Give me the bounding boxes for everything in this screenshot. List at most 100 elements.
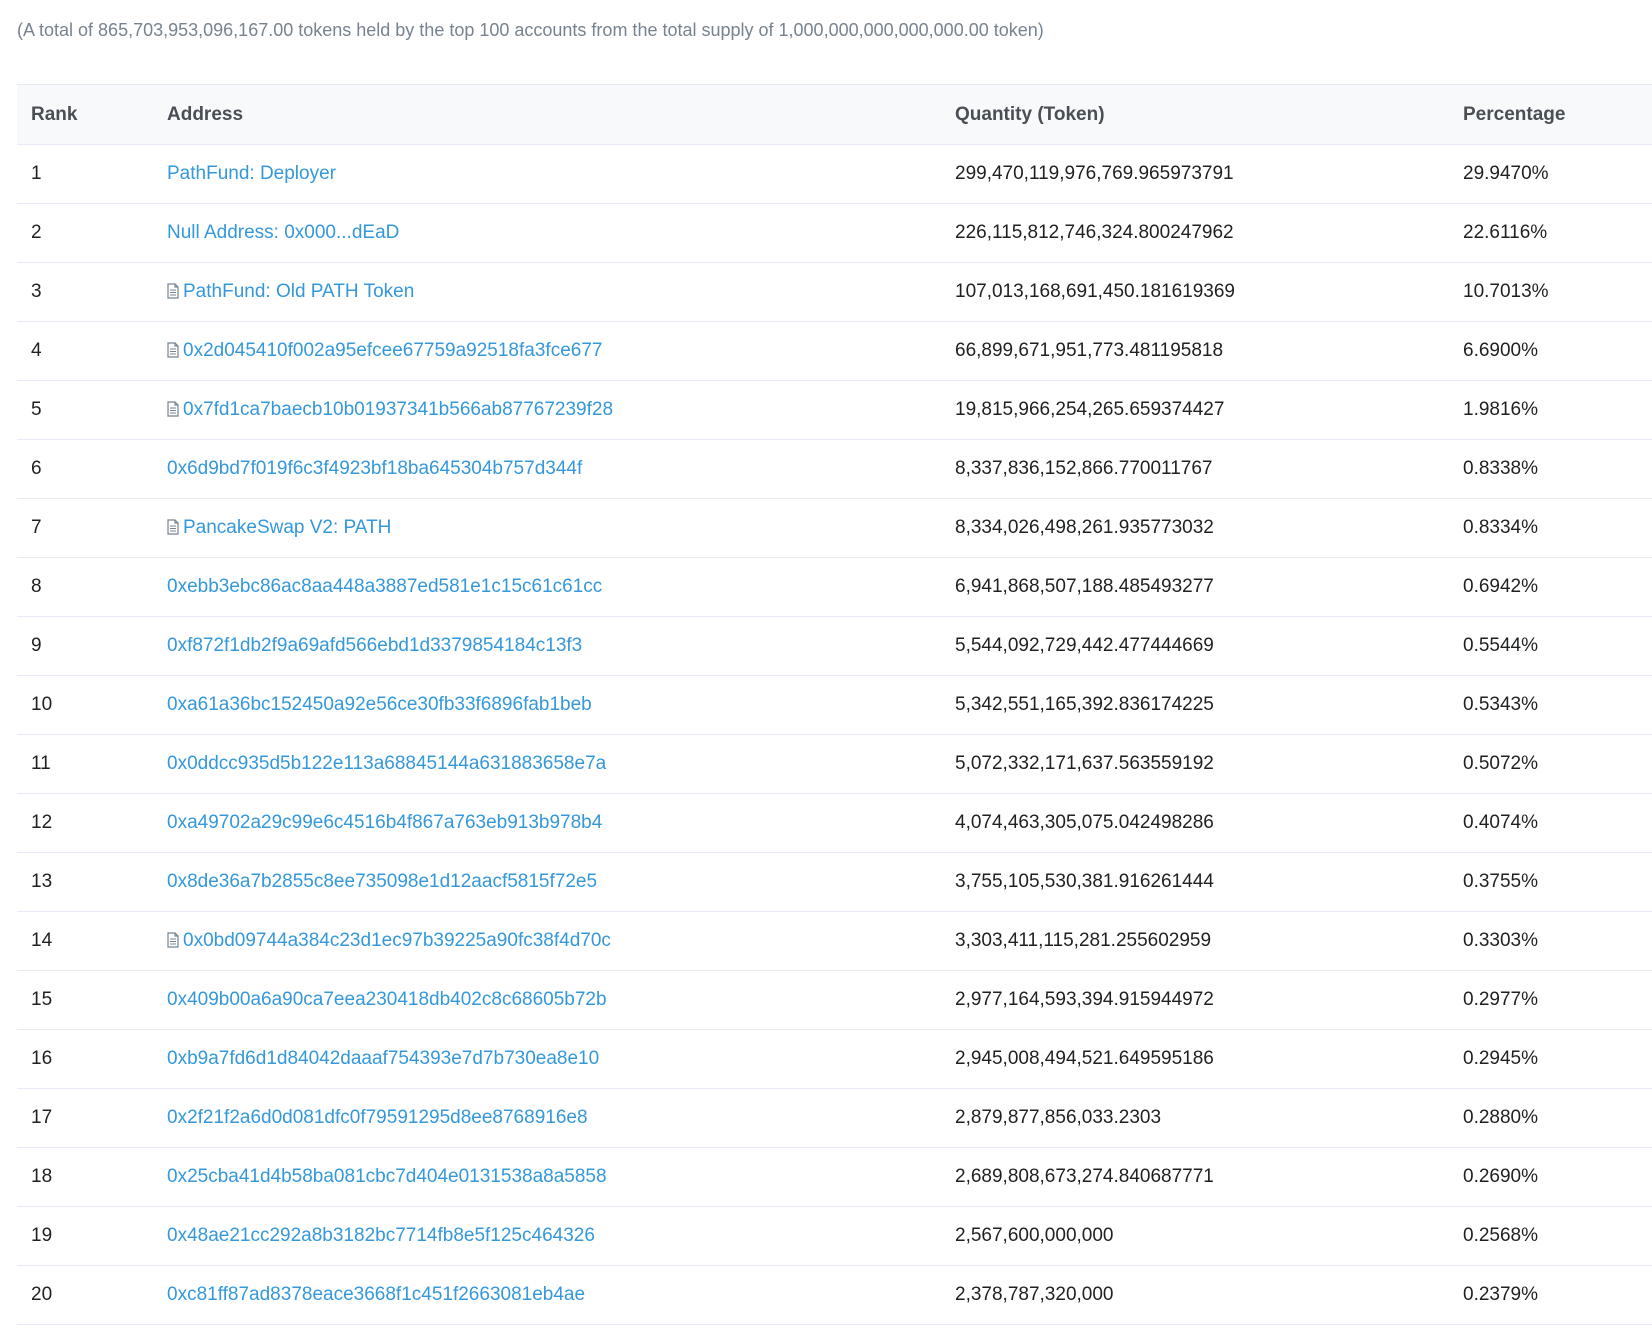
address-cell: 0x8de36a7b2855c8ee735098e1d12aacf5815f72… [167,852,955,912]
table-row: 20 0xc81ff87ad8378eace3668f1c451f2663081e… [17,1265,1652,1325]
quantity-cell: 107,013,168,691,450.181619369 [955,262,1463,322]
holder-address-link[interactable]: 0x48ae21cc292a8b3182bc7714fb8e5f125c4643… [167,1225,595,1246]
holder-address-link[interactable]: 0xa61a36bc152450a92e56ce30fb33f6896fab1b… [167,694,592,715]
holder-address-link[interactable]: 0xb9a7fd6d1d84042daaaf754393e7d7b730ea8e… [167,1048,599,1069]
holder-address-link[interactable]: 0x8de36a7b2855c8ee735098e1d12aacf5815f72… [167,871,597,892]
rank-cell: 1 [17,144,167,204]
quantity-cell: 226,115,812,746,324.800247962 [955,203,1463,263]
quantity-cell: 2,567,600,000,000 [955,1206,1463,1266]
percentage-cell: 6.6900% [1463,321,1652,381]
holder-address-link[interactable]: 0xc81ff87ad8378eace3668f1c451f2663081eb4… [167,1284,585,1305]
quantity-cell: 2,977,164,593,394.915944972 [955,970,1463,1030]
quantity-cell: 4,074,463,305,075.042498286 [955,793,1463,853]
column-header-quantity: Quantity (Token) [955,84,1463,145]
table-row: 8 0xebb3ebc86ac8aa448a3887ed581e1c15c61c6… [17,557,1652,617]
table-header: Rank Address Quantity (Token) Percentage [17,84,1652,145]
rank-cell: 17 [17,1088,167,1148]
table-row: 9 0xf872f1db2f9a69afd566ebd1d3379854184c1… [17,616,1652,676]
quantity-cell: 2,689,808,673,274.840687771 [955,1147,1463,1207]
holder-address-link[interactable]: PancakeSwap V2: PATH [183,517,391,538]
column-header-rank: Rank [17,84,167,145]
holder-address-link[interactable]: 0xf872f1db2f9a69afd566ebd1d3379854184c13… [167,635,582,656]
quantity-cell: 2,879,877,856,033.2303 [955,1088,1463,1148]
table-row: 2 Null Address: 0x000...dEaD 226,115,812,7… [17,203,1652,263]
address-cell: 0xa61a36bc152450a92e56ce30fb33f6896fab1b… [167,675,955,735]
holder-address-link[interactable]: Null Address: 0x000...dEaD [167,222,399,243]
table-row: 11 0x0ddcc935d5b122e113a68845144a63188365… [17,734,1652,794]
table-row: 13 0x8de36a7b2855c8ee735098e1d12aacf5815f… [17,852,1652,912]
holder-address-link[interactable]: 0x25cba41d4b58ba081cbc7d404e0131538a8a58… [167,1166,607,1187]
column-header-address: Address [167,84,955,145]
holder-address-link[interactable]: 0x2f21f2a6d0d081dfc0f79591295d8ee8768916… [167,1107,588,1128]
percentage-cell: 0.2568% [1463,1206,1652,1266]
holder-address-link[interactable]: 0x6d9bd7f019f6c3f4923bf18ba645304b757d34… [167,458,582,479]
rank-cell: 15 [17,970,167,1030]
quantity-cell: 2,945,008,494,521.649595186 [955,1029,1463,1089]
holder-address-link[interactable]: 0x409b00a6a90ca7eea230418db402c8c68605b7… [167,989,607,1010]
holder-address-link[interactable]: PathFund: Old PATH Token [183,281,414,302]
holder-address-link[interactable]: PathFund: Deployer [167,163,336,184]
table-header-row: Rank Address Quantity (Token) Percentage [17,84,1652,145]
table-row: 16 0xb9a7fd6d1d84042daaaf754393e7d7b730ea… [17,1029,1652,1089]
address-cell: 0x2f21f2a6d0d081dfc0f79591295d8ee8768916… [167,1088,955,1148]
quantity-cell: 66,899,671,951,773.481195818 [955,321,1463,381]
rank-cell: 13 [17,852,167,912]
holder-address-link[interactable]: 0x2d045410f002a95efcee67759a92518fa3fce6… [183,340,602,361]
address-cell: 0x0bd09744a384c23d1ec97b39225a90fc38f4d7… [167,911,955,971]
address-cell: 0xebb3ebc86ac8aa448a3887ed581e1c15c61c61… [167,557,955,617]
rank-cell: 11 [17,734,167,794]
percentage-cell: 0.3303% [1463,911,1652,971]
holder-address-link[interactable]: 0x0bd09744a384c23d1ec97b39225a90fc38f4d7… [183,930,611,951]
quantity-cell: 8,334,026,498,261.935773032 [955,498,1463,558]
table-row: 12 0xa49702a29c99e6c4516b4f867a763eb913b9… [17,793,1652,853]
quantity-cell: 3,303,411,115,281.255602959 [955,911,1463,971]
column-header-percentage: Percentage [1463,84,1652,145]
rank-cell: 10 [17,675,167,735]
address-cell: 0xa49702a29c99e6c4516b4f867a763eb913b978… [167,793,955,853]
file-contract-icon [167,283,179,299]
rank-cell: 14 [17,911,167,971]
address-cell: 0x25cba41d4b58ba081cbc7d404e0131538a8a58… [167,1147,955,1207]
quantity-cell: 8,337,836,152,866.770011767 [955,439,1463,499]
rank-cell: 4 [17,321,167,381]
quantity-cell: 5,072,332,171,637.563559192 [955,734,1463,794]
holder-address-link[interactable]: 0xa49702a29c99e6c4516b4f867a763eb913b978… [167,812,602,833]
percentage-cell: 22.6116% [1463,203,1652,263]
percentage-cell: 1.9816% [1463,380,1652,440]
address-cell: Null Address: 0x000...dEaD [167,203,955,263]
percentage-cell: 0.8338% [1463,439,1652,499]
quantity-cell: 19,815,966,254,265.659374427 [955,380,1463,440]
table-row: 3 PathFund: Old PATH Token 107,013,168,691… [17,262,1652,322]
percentage-cell: 0.2690% [1463,1147,1652,1207]
rank-cell: 3 [17,262,167,322]
holder-address-link[interactable]: 0x0ddcc935d5b122e113a68845144a631883658e… [167,753,606,774]
address-cell: 0xb9a7fd6d1d84042daaaf754393e7d7b730ea8e… [167,1029,955,1089]
rank-cell: 6 [17,439,167,499]
rank-cell: 12 [17,793,167,853]
percentage-cell: 0.2880% [1463,1088,1652,1148]
address-cell: PathFund: Deployer [167,144,955,204]
rank-cell: 5 [17,380,167,440]
percentage-cell: 0.4074% [1463,793,1652,853]
quantity-cell: 5,342,551,165,392.836174225 [955,675,1463,735]
address-cell: 0xf872f1db2f9a69afd566ebd1d3379854184c13… [167,616,955,676]
table-row: 5 0x7fd1ca7baecb10b01937341b566ab87767239… [17,380,1652,440]
percentage-cell: 0.5343% [1463,675,1652,735]
holders-summary: (A total of 865,703,953,096,167.00 token… [17,20,1044,40]
percentage-cell: 0.5072% [1463,734,1652,794]
table-row: 4 0x2d045410f002a95efcee67759a92518fa3fce… [17,321,1652,381]
holder-address-link[interactable]: 0x7fd1ca7baecb10b01937341b566ab87767239f… [183,399,613,420]
address-cell: 0x409b00a6a90ca7eea230418db402c8c68605b7… [167,970,955,1030]
file-contract-icon [167,519,179,535]
rank-cell: 2 [17,203,167,263]
table-row: 7 PancakeSwap V2: PATH 8,334,026,498,261.9… [17,498,1652,558]
rank-cell: 19 [17,1206,167,1266]
rank-cell: 7 [17,498,167,558]
address-cell: 0x7fd1ca7baecb10b01937341b566ab87767239f… [167,380,955,440]
percentage-cell: 0.2977% [1463,970,1652,1030]
rank-cell: 9 [17,616,167,676]
quantity-cell: 2,378,787,320,000 [955,1265,1463,1325]
percentage-cell: 0.3755% [1463,852,1652,912]
holder-address-link[interactable]: 0xebb3ebc86ac8aa448a3887ed581e1c15c61c61… [167,576,602,597]
address-cell: PancakeSwap V2: PATH [167,498,955,558]
